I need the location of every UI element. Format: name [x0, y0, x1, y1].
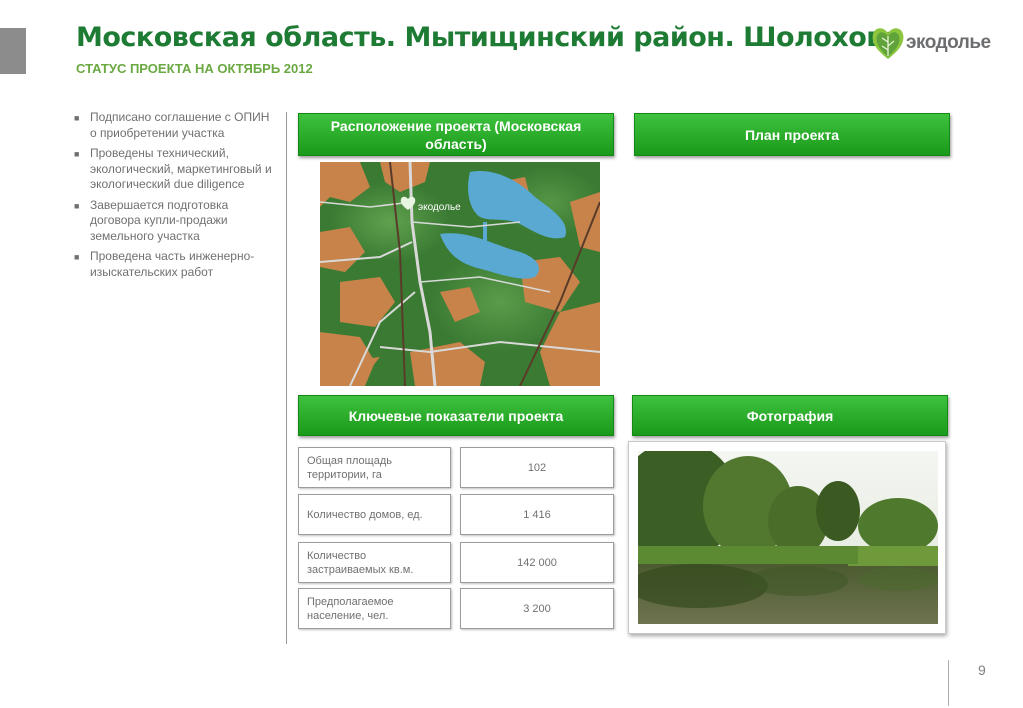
indicator-label: Предполагаемое население, чел.	[298, 588, 451, 629]
bullet-item: ■ Проведена часть инженерно-изыскательски…	[74, 249, 255, 279]
indicator-value: 1 416	[460, 494, 614, 535]
indicator-value: 3 200	[460, 588, 614, 629]
location-section-header: Расположение проекта (Московская область…	[298, 113, 614, 156]
page-subtitle: СТАТУС ПРОЕКТА НА ОКТЯБРЬ 2012	[76, 61, 313, 76]
location-map: экодолье	[320, 162, 600, 386]
photo-frame	[628, 441, 946, 634]
footer-divider	[948, 660, 949, 706]
column-divider	[286, 112, 287, 644]
bullet-square-icon: ■	[74, 149, 80, 159]
ekodolie-logo: экодолье	[870, 24, 1005, 64]
map-marker-label: экодолье	[418, 202, 461, 213]
indicator-label: Количество застраиваемых кв.м.	[298, 542, 451, 583]
leaf-heart-icon	[872, 28, 904, 59]
photo-section-header: Фотография	[632, 395, 948, 436]
indicator-value: 142 000	[460, 542, 614, 583]
page-number: 9	[978, 662, 986, 678]
bullet-square-icon: ■	[74, 113, 80, 123]
bullet-item: ■ Завершается подготовка договора купли-п…	[74, 197, 229, 243]
bullet-item: ■ Подписано соглашение с ОПИН о приобрете…	[74, 110, 270, 140]
page-title: Московская область. Мытищинский район. Ш…	[76, 22, 901, 53]
indicator-label: Общая площадь территории, га	[298, 447, 451, 488]
bullet-square-icon: ■	[74, 252, 80, 262]
bullet-item: ■ Проведены технический, экологический, м…	[74, 146, 272, 191]
corner-accent	[0, 28, 26, 74]
indicator-value: 102	[460, 447, 614, 488]
indicator-label: Количество домов, ед.	[298, 494, 451, 535]
indicators-section-header: Ключевые показатели проекта	[298, 395, 614, 436]
plan-section-header: План проекта	[634, 113, 950, 156]
logo-text: экодолье	[906, 32, 991, 53]
river-photo	[638, 451, 938, 624]
bullet-square-icon: ■	[74, 200, 80, 211]
status-bullet-list: ■ Подписано соглашение с ОПИН о приобрете…	[74, 110, 279, 285]
